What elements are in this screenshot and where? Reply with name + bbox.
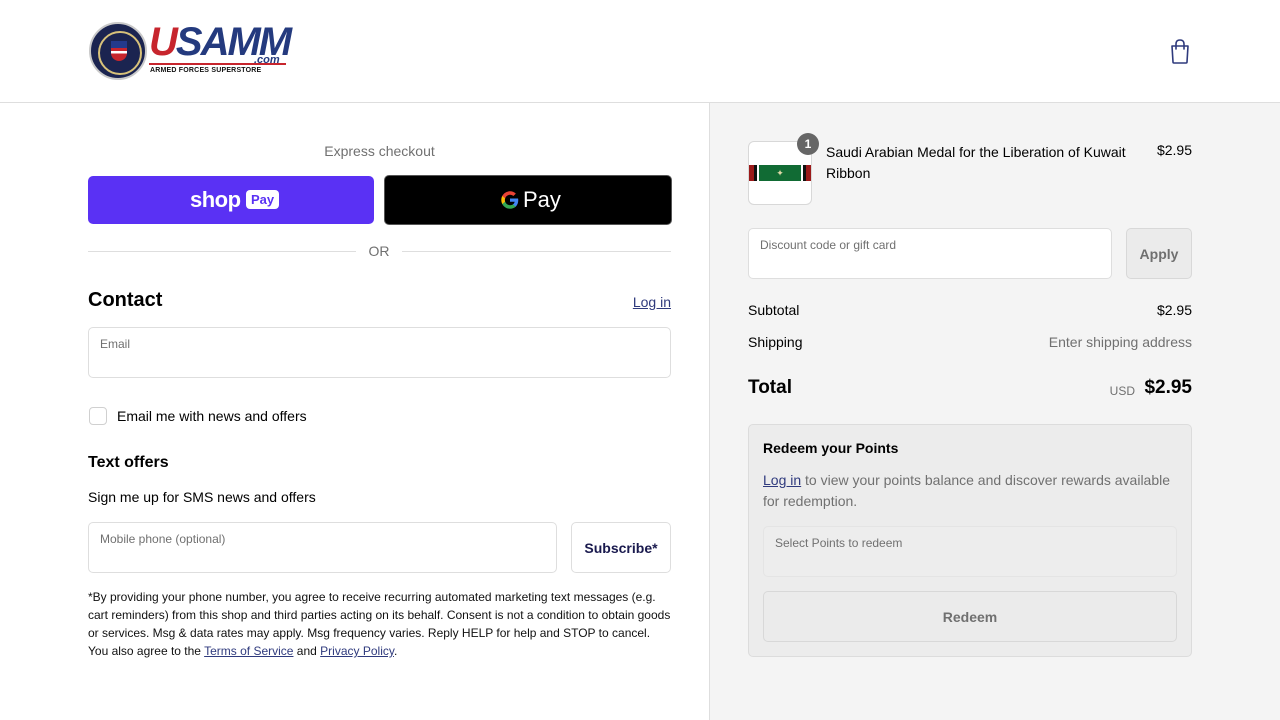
select-points-input[interactable]	[775, 551, 1146, 567]
mobile-phone-label: Mobile phone (optional)	[100, 532, 226, 546]
military-seal-icon	[89, 22, 147, 80]
disclaimer-and: and	[293, 644, 321, 658]
shop-pay-wordmark: shop	[190, 187, 241, 212]
mobile-phone-field[interactable]: Mobile phone (optional)	[88, 522, 557, 573]
select-points-field[interactable]: Select Points to redeem	[763, 526, 1177, 577]
total-currency: USD	[1109, 384, 1135, 398]
disclaimer-end: .	[393, 644, 398, 658]
google-pay-button[interactable]: Pay	[384, 175, 672, 225]
subtotal-label: Subtotal	[748, 302, 800, 318]
product-price: $2.95	[1156, 142, 1192, 158]
apply-discount-button[interactable]: Apply	[1126, 228, 1192, 279]
total-amount: $2.95	[1144, 377, 1192, 398]
total-label: Total	[748, 377, 792, 398]
order-summary: ✦ 1 Saudi Arabian Medal for the Liberati…	[709, 103, 1280, 720]
shop-pay-badge: Pay	[246, 190, 280, 209]
ribbon-image: ✦	[749, 165, 811, 181]
mobile-phone-input[interactable]	[100, 547, 521, 563]
usamm-logo[interactable]: USAMM .com ARMED FORCES SUPERSTORE	[89, 22, 292, 80]
checkout-main: Express checkout shop Pay Pay OR Contact…	[0, 103, 709, 720]
points-login-link[interactable]: Log in	[763, 472, 801, 488]
quantity-badge: 1	[797, 133, 819, 155]
subscribe-button[interactable]: Subscribe*	[571, 522, 671, 573]
redeem-points-panel: Redeem your Points Log in to view your p…	[748, 424, 1192, 657]
newsletter-label: Email me with news and offers	[117, 408, 307, 424]
redeem-points-description: Log in to view your points balance and d…	[763, 470, 1179, 512]
redeem-points-heading: Redeem your Points	[763, 440, 899, 456]
subtotal-row: Subtotal $2.95	[748, 302, 1192, 318]
divider-line-left	[88, 251, 356, 252]
total-row: Total USD $2.95	[748, 377, 1192, 401]
product-name: Saudi Arabian Medal for the Liberation o…	[826, 144, 1126, 181]
shipping-row: Shipping Enter shipping address	[748, 334, 1192, 350]
shipping-value: Enter shipping address	[1048, 334, 1192, 350]
points-description-text: to view your points balance and discover…	[763, 472, 1171, 509]
privacy-policy-link[interactable]: Privacy Policy	[320, 644, 394, 658]
discount-code-input[interactable]	[760, 253, 1086, 269]
contact-heading: Contact	[88, 289, 163, 311]
product-thumbnail: ✦ 1	[748, 133, 819, 205]
shopping-bag-icon[interactable]	[1168, 38, 1192, 64]
google-g-icon	[501, 191, 519, 209]
logo-tagline: ARMED FORCES SUPERSTORE	[150, 67, 262, 74]
discount-code-field[interactable]: Discount code or gift card	[748, 228, 1112, 279]
terms-of-service-link[interactable]: Terms of Service	[204, 644, 293, 658]
sms-signup-label: Sign me up for SMS news and offers	[88, 489, 316, 505]
site-header: USAMM .com ARMED FORCES SUPERSTORE	[0, 0, 1280, 103]
email-input[interactable]	[100, 352, 623, 368]
email-field[interactable]: Email	[88, 327, 671, 378]
shipping-label: Shipping	[748, 334, 803, 350]
select-points-label: Select Points to redeem	[775, 536, 903, 550]
google-pay-label: Pay	[523, 187, 561, 212]
divider-line-right	[402, 251, 671, 252]
subtotal-value: $2.95	[1156, 302, 1192, 318]
emblem-icon: ✦	[776, 168, 784, 178]
discount-code-label: Discount code or gift card	[760, 238, 897, 252]
or-label: OR	[368, 243, 390, 259]
email-label: Email	[100, 337, 131, 351]
sms-disclaimer: *By providing your phone number, you agr…	[88, 588, 671, 660]
redeem-button[interactable]: Redeem	[763, 591, 1177, 642]
login-link[interactable]: Log in	[633, 294, 671, 310]
express-checkout-label: Express checkout	[324, 143, 435, 159]
logo-domain: .com	[254, 54, 280, 66]
shop-pay-button[interactable]: shop Pay	[88, 176, 374, 224]
newsletter-checkbox[interactable]	[89, 407, 107, 425]
text-offers-heading: Text offers	[88, 454, 169, 471]
or-divider: OR	[88, 243, 671, 261]
